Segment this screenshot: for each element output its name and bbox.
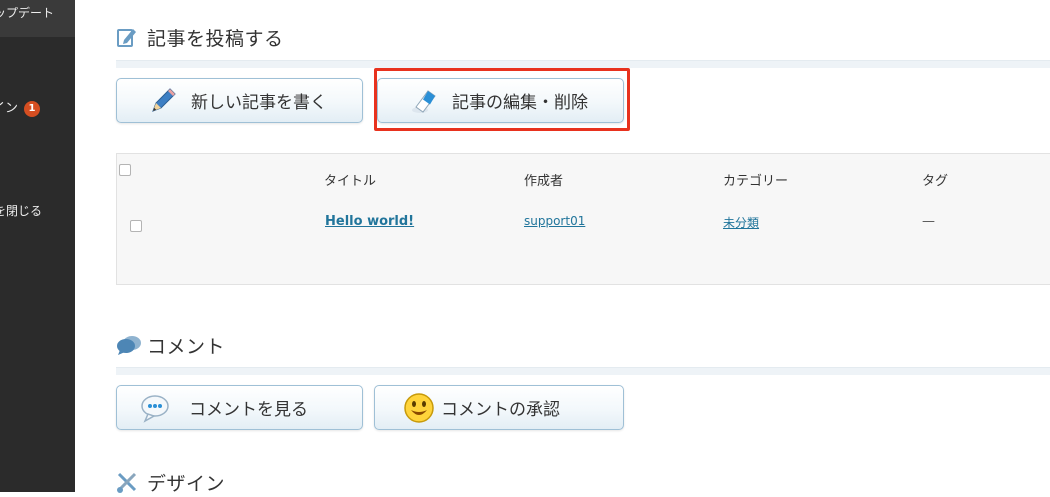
sidebar-item-design-label: イン — [0, 101, 19, 116]
view-comments-label: コメントを見る — [189, 400, 308, 420]
design-section-header: デザイン — [116, 470, 226, 495]
scissors-icon — [116, 471, 138, 493]
edit-posts-label: 記事の編集・削除 — [452, 93, 588, 113]
admin-sidebar: ップデート イン 1 を閉じる — [0, 0, 75, 492]
approve-comments-label: コメントの承認 — [441, 400, 560, 420]
post-category-link[interactable]: 未分類 — [723, 214, 759, 231]
column-header-tags: タグ — [922, 174, 949, 189]
new-post-button[interactable]: 新しい記事を書く — [116, 78, 363, 123]
sidebar-collapse-menu[interactable]: を閉じる — [0, 203, 75, 219]
comments-section-title: コメント — [147, 335, 226, 358]
view-comments-button[interactable]: コメントを見る — [116, 385, 363, 430]
comments-section-header: コメント — [116, 333, 226, 358]
section-divider — [116, 367, 1050, 375]
sidebar-item-updates-label[interactable]: ップデート — [0, 5, 75, 21]
posts-section-header: 記事を投稿する — [116, 25, 284, 50]
column-header-author: 作成者 — [524, 174, 564, 189]
posts-section-title: 記事を投稿する — [147, 27, 284, 50]
post-author-link[interactable]: support01 — [524, 214, 585, 228]
column-header-category: カテゴリー — [723, 174, 789, 189]
approve-comments-button[interactable]: コメントの承認 — [374, 385, 624, 430]
post-title-link[interactable]: Hello world! — [325, 214, 414, 229]
select-all-checkbox[interactable] — [119, 164, 131, 176]
section-divider — [116, 60, 1050, 68]
update-count-badge: 1 — [24, 101, 41, 117]
speech-bubble-icon — [139, 392, 171, 424]
post-tags-value: — — [922, 214, 935, 229]
speech-bubbles-icon — [116, 334, 141, 356]
column-header-title[interactable]: タイトル — [324, 170, 376, 189]
recent-posts-table: タイトル 作成者 カテゴリー タグ Hello world! support01… — [116, 153, 1050, 285]
design-section-title: デザイン — [147, 472, 226, 495]
smiley-icon — [403, 392, 435, 424]
note-pencil-icon — [116, 26, 138, 48]
eraser-icon — [408, 85, 440, 117]
pencil-icon — [147, 85, 179, 117]
edit-posts-button[interactable]: 記事の編集・削除 — [377, 78, 624, 123]
new-post-label: 新しい記事を書く — [191, 93, 327, 113]
row-checkbox[interactable] — [130, 220, 142, 232]
sidebar-item-design[interactable]: イン 1 — [0, 101, 75, 117]
